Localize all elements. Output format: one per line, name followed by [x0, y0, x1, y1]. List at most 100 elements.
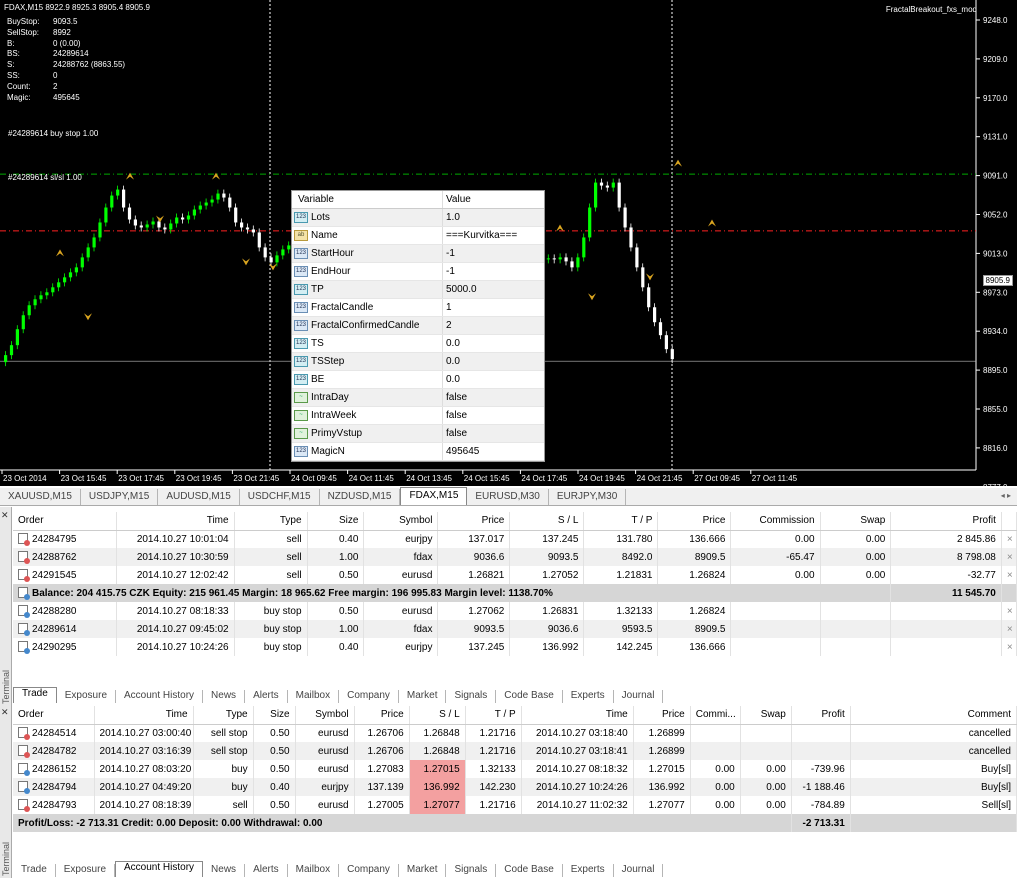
- column-header[interactable]: Order: [13, 512, 117, 531]
- terminal-tab[interactable]: Experts: [563, 690, 614, 703]
- param-row[interactable]: ~ IntraWeek false: [292, 407, 544, 425]
- param-value[interactable]: ===Kurvitka===: [443, 230, 517, 241]
- column-header[interactable]: T / P: [465, 706, 522, 725]
- close-icon[interactable]: ✕: [1, 510, 9, 521]
- param-value[interactable]: false: [443, 410, 467, 421]
- column-header[interactable]: Price: [657, 512, 732, 531]
- column-header[interactable]: Symbol: [295, 706, 355, 725]
- column-header[interactable]: Symbol: [363, 512, 439, 531]
- column-header[interactable]: Price: [633, 706, 691, 725]
- terminal-tab[interactable]: Journal: [614, 864, 664, 877]
- column-header[interactable]: Commission: [730, 512, 821, 531]
- pending-order-row[interactable]: 24289614 2014.10.27 09:45:02 buy stop 1.00 f…: [13, 620, 1017, 638]
- column-header[interactable]: Profit: [791, 706, 851, 725]
- terminal-tab[interactable]: Market: [399, 690, 447, 703]
- terminal-tab[interactable]: Signals: [446, 864, 497, 877]
- param-value[interactable]: 495645: [443, 446, 479, 457]
- param-row[interactable]: 123 BE 0.0: [292, 371, 544, 389]
- param-value[interactable]: 2: [443, 320, 452, 331]
- param-row[interactable]: 123 EndHour -1: [292, 263, 544, 281]
- column-header[interactable]: T / P: [583, 512, 659, 531]
- param-row[interactable]: 123 Lots 1.0: [292, 209, 544, 227]
- expert-advisor-name[interactable]: FractalBreakout_fxs_mod: [886, 5, 977, 14]
- trade-row[interactable]: 24288762 2014.10.27 10:30:59 sell 1.00 fdax 9…: [13, 548, 1017, 566]
- param-row[interactable]: 123 TP 5000.0: [292, 281, 544, 299]
- param-value[interactable]: 1.0: [443, 212, 460, 223]
- history-row[interactable]: 24286152 2014.10.27 08:03:20 buy 0.50 eurusd…: [13, 760, 1017, 778]
- price-chart[interactable]: 9248.0 9209.0 9170.0 9131.0 9091.0 9052.0 9013…: [0, 0, 1017, 486]
- terminal-tab[interactable]: Mailbox: [288, 864, 340, 877]
- param-value[interactable]: -1: [443, 266, 455, 277]
- terminal-tab[interactable]: Journal: [614, 690, 664, 703]
- param-row[interactable]: 123 FractalCandle 1: [292, 299, 544, 317]
- close-icon[interactable]: ✕: [1, 707, 9, 718]
- pending-order-row[interactable]: 24288280 2014.10.27 08:18:33 buy stop 0.50 e…: [13, 602, 1017, 620]
- column-header[interactable]: Size: [253, 706, 296, 725]
- terminal-tab[interactable]: Exposure: [57, 690, 117, 703]
- history-row[interactable]: 24284794 2014.10.27 04:49:20 buy 0.40 eurjpy…: [13, 778, 1017, 796]
- terminal-tab[interactable]: Code Base: [496, 864, 563, 877]
- trade-row[interactable]: 24284795 2014.10.27 10:01:04 sell 0.40 eurjp…: [13, 530, 1017, 548]
- param-row[interactable]: 123 TS 0.0: [292, 335, 544, 353]
- terminal-tab[interactable]: Exposure: [56, 864, 116, 877]
- chart-tab[interactable]: XAUUSD,M15: [0, 489, 81, 505]
- terminal-tab[interactable]: Alerts: [245, 864, 288, 877]
- column-header[interactable]: Time: [94, 706, 194, 725]
- param-row[interactable]: 123 MagicN 495645: [292, 443, 544, 461]
- column-header[interactable]: Time: [521, 706, 634, 725]
- delete-order-icon[interactable]: ×: [1001, 638, 1017, 656]
- column-header[interactable]: S / L: [509, 512, 585, 531]
- chart-tab[interactable]: EURUSD,M30: [467, 489, 549, 505]
- terminal-tab[interactable]: Alerts: [245, 690, 288, 703]
- delete-order-icon[interactable]: ×: [1001, 620, 1017, 638]
- param-row[interactable]: 123 StartHour -1: [292, 245, 544, 263]
- param-value[interactable]: 1: [443, 302, 452, 313]
- chart-tab[interactable]: USDCHF,M15: [240, 489, 320, 505]
- column-header[interactable]: Profit: [890, 512, 1002, 531]
- param-header-variable[interactable]: Variable: [292, 191, 443, 208]
- chart-tab[interactable]: EURJPY,M30: [549, 489, 627, 505]
- delete-order-icon[interactable]: ×: [1001, 602, 1017, 620]
- tab-scroll-arrows-icon[interactable]: ◂ ▸: [1001, 491, 1011, 500]
- close-order-icon[interactable]: ×: [1001, 548, 1017, 566]
- param-value[interactable]: 0.0: [443, 374, 460, 385]
- terminal-tab[interactable]: Code Base: [496, 690, 563, 703]
- column-header[interactable]: Type: [193, 706, 254, 725]
- terminal-tab[interactable]: Company: [339, 864, 399, 877]
- history-row[interactable]: 24284782 2014.10.27 03:16:39 sell stop 0.50…: [13, 742, 1017, 760]
- param-value[interactable]: 0.0: [443, 356, 460, 367]
- column-header[interactable]: Type: [234, 512, 308, 531]
- terminal-tab[interactable]: Experts: [563, 864, 614, 877]
- history-row[interactable]: 24284514 2014.10.27 03:00:40 sell stop 0.50…: [13, 724, 1017, 742]
- chart-tab[interactable]: FDAX,M15: [400, 487, 468, 505]
- column-header[interactable]: Commi...: [690, 706, 741, 725]
- trade-row[interactable]: 24291545 2014.10.27 12:02:42 sell 0.50 eurus…: [13, 566, 1017, 584]
- param-value[interactable]: -1: [443, 248, 455, 259]
- close-order-icon[interactable]: ×: [1001, 530, 1017, 548]
- chart-tab[interactable]: NZDUSD,M15: [320, 489, 401, 505]
- chart-tab[interactable]: USDJPY,M15: [81, 489, 159, 505]
- param-value[interactable]: 5000.0: [443, 284, 477, 295]
- terminal-tab[interactable]: Company: [339, 690, 399, 703]
- column-header[interactable]: Swap: [740, 706, 792, 725]
- param-row[interactable]: ab Name ===Kurvitka===: [292, 227, 544, 245]
- param-row[interactable]: 123 TSStep 0.0: [292, 353, 544, 371]
- column-header[interactable]: Order: [13, 706, 95, 725]
- param-value[interactable]: false: [443, 428, 467, 439]
- column-header[interactable]: Time: [116, 512, 235, 531]
- param-row[interactable]: ~ IntraDay false: [292, 389, 544, 407]
- column-header[interactable]: Price: [354, 706, 410, 725]
- terminal-tab[interactable]: Market: [399, 864, 447, 877]
- param-value[interactable]: false: [443, 392, 467, 403]
- param-value[interactable]: 0.0: [443, 338, 460, 349]
- terminal-tab[interactable]: Trade: [13, 864, 56, 877]
- history-row[interactable]: 24284793 2014.10.27 08:18:39 sell 0.50 eurus…: [13, 796, 1017, 814]
- param-header-value[interactable]: Value: [443, 194, 471, 205]
- column-header[interactable]: Price: [437, 512, 511, 531]
- param-row[interactable]: 123 FractalConfirmedCandle 2: [292, 317, 544, 335]
- terminal-tab[interactable]: Signals: [446, 690, 497, 703]
- terminal-tab[interactable]: Account History: [115, 861, 204, 877]
- terminal-tab[interactable]: News: [203, 690, 246, 703]
- terminal-tab[interactable]: News: [203, 864, 246, 877]
- terminal-tab[interactable]: Mailbox: [288, 690, 340, 703]
